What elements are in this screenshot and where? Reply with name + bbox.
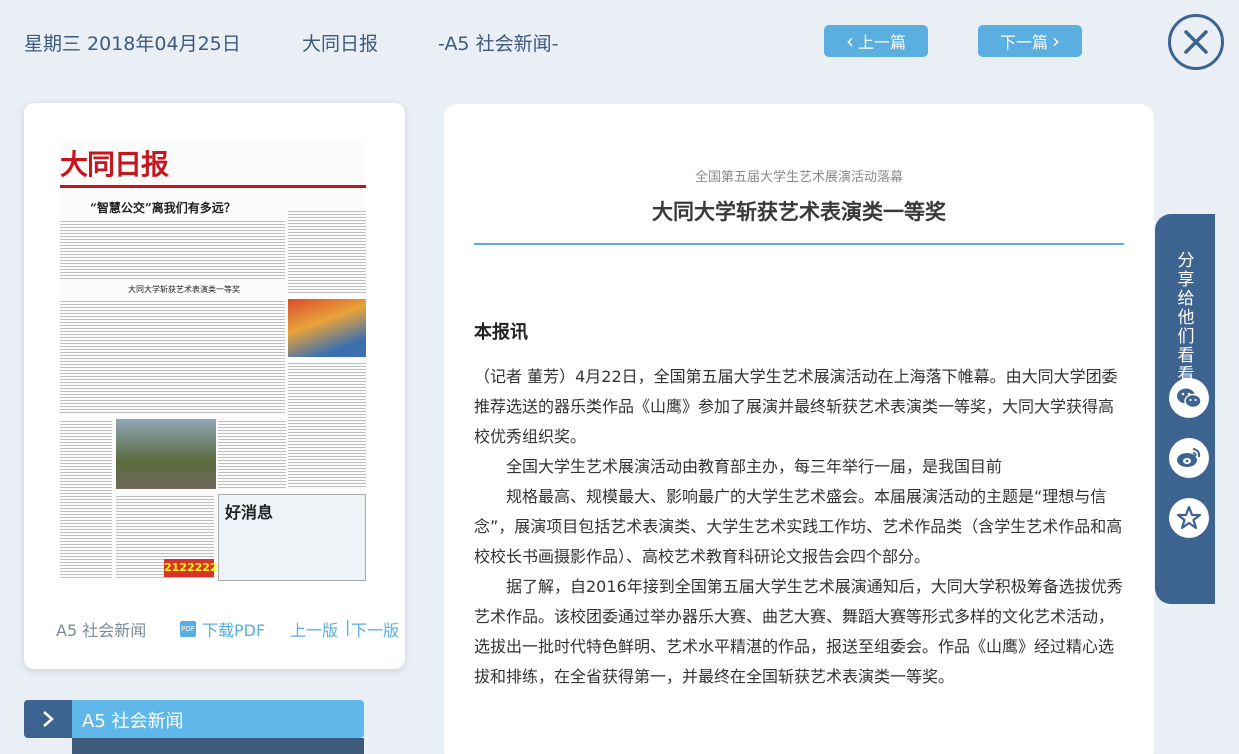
masthead-rule xyxy=(60,185,366,188)
article-paragraph: 规格最高、规模最大、影响最广的大学生艺术盛会。本届展演活动的主题是“理想与信念”… xyxy=(474,487,1123,566)
title-divider xyxy=(474,243,1124,245)
next-article-label: 下一篇 xyxy=(999,33,1048,52)
article-paragraph: 全国大学生艺术展演活动由教育部主办，每三年举行一届，是我国目前 xyxy=(506,457,1003,476)
chevron-right-icon xyxy=(24,700,72,738)
article-paragraph: （记者 董芳）4月22日，全国第五届大学生艺术展演活动在上海落下帷幕。由大同大学… xyxy=(474,367,1118,446)
wechat-icon xyxy=(1177,388,1202,409)
article-kicker: 全国第五届大学生艺术展演活动落幕 xyxy=(694,170,903,185)
text-column xyxy=(288,209,366,295)
section-list-item[interactable]: A5 社会新闻 xyxy=(24,700,364,738)
next-page-link[interactable]: 下一版 xyxy=(351,617,399,641)
section-name: -A5 社会新闻- xyxy=(438,33,559,55)
text-column xyxy=(60,299,285,414)
chevron-right-icon: › xyxy=(1052,29,1060,53)
ad-title: 好消息 xyxy=(225,503,274,522)
newspaper-masthead: 大同日报 xyxy=(60,148,169,181)
section-list-label: A5 社会新闻 xyxy=(82,711,184,732)
article-body: （记者 董芳）4月22日，全国第五届大学生艺术展演活动在上海落下帷幕。由大同大学… xyxy=(474,362,1124,692)
article-panel: 全国第五届大学生艺术展演活动落幕 大同大学斩获艺术表演类一等奖 本报讯 （记者 … xyxy=(444,104,1154,754)
paper-name: 大同日报 xyxy=(302,33,379,55)
text-column xyxy=(288,361,366,489)
close-button[interactable] xyxy=(1168,14,1224,70)
article-paragraph: 据了解，自2016年接到全国第五届大学生艺术展演通知后，大同大学积极筹备选拔优秀… xyxy=(474,577,1123,686)
share-panel: 分享给他们看看 xyxy=(1155,214,1215,604)
link-separator: | xyxy=(345,617,351,636)
next-article-button[interactable]: 下一篇 › xyxy=(978,25,1082,57)
wechat-share-button[interactable] xyxy=(1169,378,1209,418)
prev-page-link[interactable]: 上一版 xyxy=(290,617,338,641)
page-thumbnail-card: 大同日报 “智慧公交”离我们有多远？ 大同大学斩获艺术表演类一等奖 好消息 21… xyxy=(24,103,405,669)
issue-date: 星期三 2018年04月25日 xyxy=(24,33,241,55)
close-icon xyxy=(1184,30,1208,54)
top-bar: 星期三 2018年04月25日 大同日报 -A5 社会新闻- ‹ 上一篇 下一篇… xyxy=(0,0,1239,90)
share-title: 分享给他们看看 xyxy=(1177,251,1195,385)
article-byline: 本报讯 xyxy=(474,322,528,343)
favorite-share-button[interactable] xyxy=(1169,498,1209,538)
weibo-share-button[interactable] xyxy=(1169,438,1209,478)
newspaper-headline-2: 大同大学斩获艺术表演类一等奖 xyxy=(128,285,240,294)
section-submenu xyxy=(72,738,364,754)
chevron-left-icon: ‹ xyxy=(845,29,854,53)
newspaper-ad: 好消息 xyxy=(218,494,366,581)
page-label: A5 社会新闻 xyxy=(56,621,147,640)
newspaper-page-image[interactable]: 大同日报 “智慧公交”离我们有多远？ 大同大学斩获艺术表演类一等奖 好消息 21… xyxy=(60,139,366,581)
text-column xyxy=(218,419,286,489)
newspaper-headline-1: “智慧公交”离我们有多远？ xyxy=(90,201,236,215)
article-title: 大同大学斩获艺术表演类一等奖 xyxy=(652,200,946,224)
favorite-icon xyxy=(1176,505,1202,530)
weibo-icon xyxy=(1177,448,1201,467)
download-pdf-link[interactable]: 下载PDF xyxy=(202,617,265,641)
text-column xyxy=(60,219,285,279)
prev-article-button[interactable]: ‹ 上一篇 xyxy=(824,25,928,57)
ad-number: 2122222 xyxy=(164,559,218,577)
pdf-icon: PDF xyxy=(180,621,196,637)
newspaper-photo xyxy=(288,299,366,357)
text-column xyxy=(60,419,112,579)
newspaper-photo xyxy=(116,419,216,489)
prev-article-label: 上一篇 xyxy=(857,33,906,52)
